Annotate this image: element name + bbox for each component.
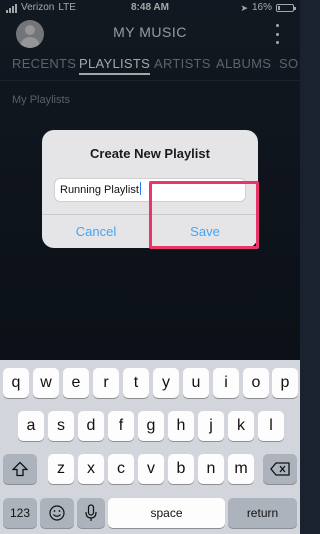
key-j[interactable]: j: [198, 411, 224, 441]
key-p[interactable]: p: [272, 368, 298, 398]
key-b[interactable]: b: [168, 454, 194, 484]
key-m[interactable]: m: [228, 454, 254, 484]
key-e[interactable]: e: [63, 368, 89, 398]
key-q[interactable]: q: [3, 368, 29, 398]
numbers-key[interactable]: 123: [3, 498, 37, 528]
microphone-icon: [85, 504, 97, 521]
shift-key[interactable]: [3, 454, 37, 484]
key-y[interactable]: y: [153, 368, 179, 398]
key-v[interactable]: v: [138, 454, 164, 484]
key-x[interactable]: x: [78, 454, 104, 484]
key-h[interactable]: h: [168, 411, 194, 441]
key-n[interactable]: n: [198, 454, 224, 484]
key-r[interactable]: r: [93, 368, 119, 398]
save-button[interactable]: Save: [151, 215, 258, 248]
shift-icon: [12, 461, 28, 477]
emoji-icon: [49, 505, 65, 521]
emoji-key[interactable]: [40, 498, 74, 528]
key-t[interactable]: t: [123, 368, 149, 398]
backspace-icon: [270, 462, 290, 476]
space-key[interactable]: space: [108, 498, 225, 528]
key-s[interactable]: s: [48, 411, 74, 441]
playlist-name-input[interactable]: Running Playlist: [54, 178, 246, 202]
return-key[interactable]: return: [228, 498, 297, 528]
key-l[interactable]: l: [258, 411, 284, 441]
playlist-name-value: Running Playlist: [60, 184, 139, 196]
cancel-button[interactable]: Cancel: [42, 215, 150, 248]
key-w[interactable]: w: [33, 368, 59, 398]
text-caret: [139, 182, 141, 195]
key-o[interactable]: o: [243, 368, 269, 398]
key-a[interactable]: a: [18, 411, 44, 441]
key-i[interactable]: i: [213, 368, 239, 398]
key-u[interactable]: u: [183, 368, 209, 398]
key-g[interactable]: g: [138, 411, 164, 441]
backspace-key[interactable]: [263, 454, 297, 484]
key-f[interactable]: f: [108, 411, 134, 441]
key-d[interactable]: d: [78, 411, 104, 441]
create-playlist-dialog: Create New Playlist Running Playlist Can…: [42, 130, 258, 248]
key-z[interactable]: z: [48, 454, 74, 484]
dialog-title: Create New Playlist: [90, 146, 210, 161]
key-k[interactable]: k: [228, 411, 254, 441]
dictation-key[interactable]: [77, 498, 105, 528]
key-c[interactable]: c: [108, 454, 134, 484]
